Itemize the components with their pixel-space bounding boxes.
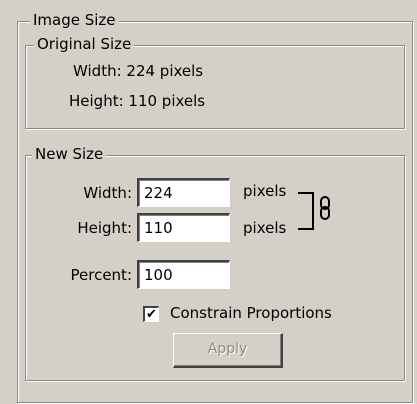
original-size-group — [25, 45, 405, 129]
chain-link-icon — [320, 196, 330, 220]
constrain-link-bracket — [298, 192, 314, 230]
new-width-input[interactable] — [137, 178, 230, 207]
original-height-text: Height: 110 pixels — [69, 92, 206, 110]
constrain-proportions-checkbox[interactable]: ✔ — [143, 306, 159, 322]
new-width-unit: pixels — [243, 182, 287, 200]
new-width-label: Width: — [83, 184, 132, 202]
percent-input[interactable] — [137, 260, 230, 289]
new-height-unit: pixels — [243, 219, 287, 237]
image-size-legend: Image Size — [30, 11, 119, 29]
new-height-label: Height: — [77, 219, 132, 237]
constrain-proportions-label: Constrain Proportions — [170, 304, 332, 322]
new-size-legend: New Size — [32, 145, 107, 163]
new-height-input[interactable] — [137, 213, 230, 242]
original-width-text: Width: 224 pixels — [73, 62, 204, 80]
apply-button[interactable]: Apply — [173, 333, 283, 368]
original-size-legend: Original Size — [34, 35, 135, 53]
percent-label: Percent: — [70, 266, 133, 284]
